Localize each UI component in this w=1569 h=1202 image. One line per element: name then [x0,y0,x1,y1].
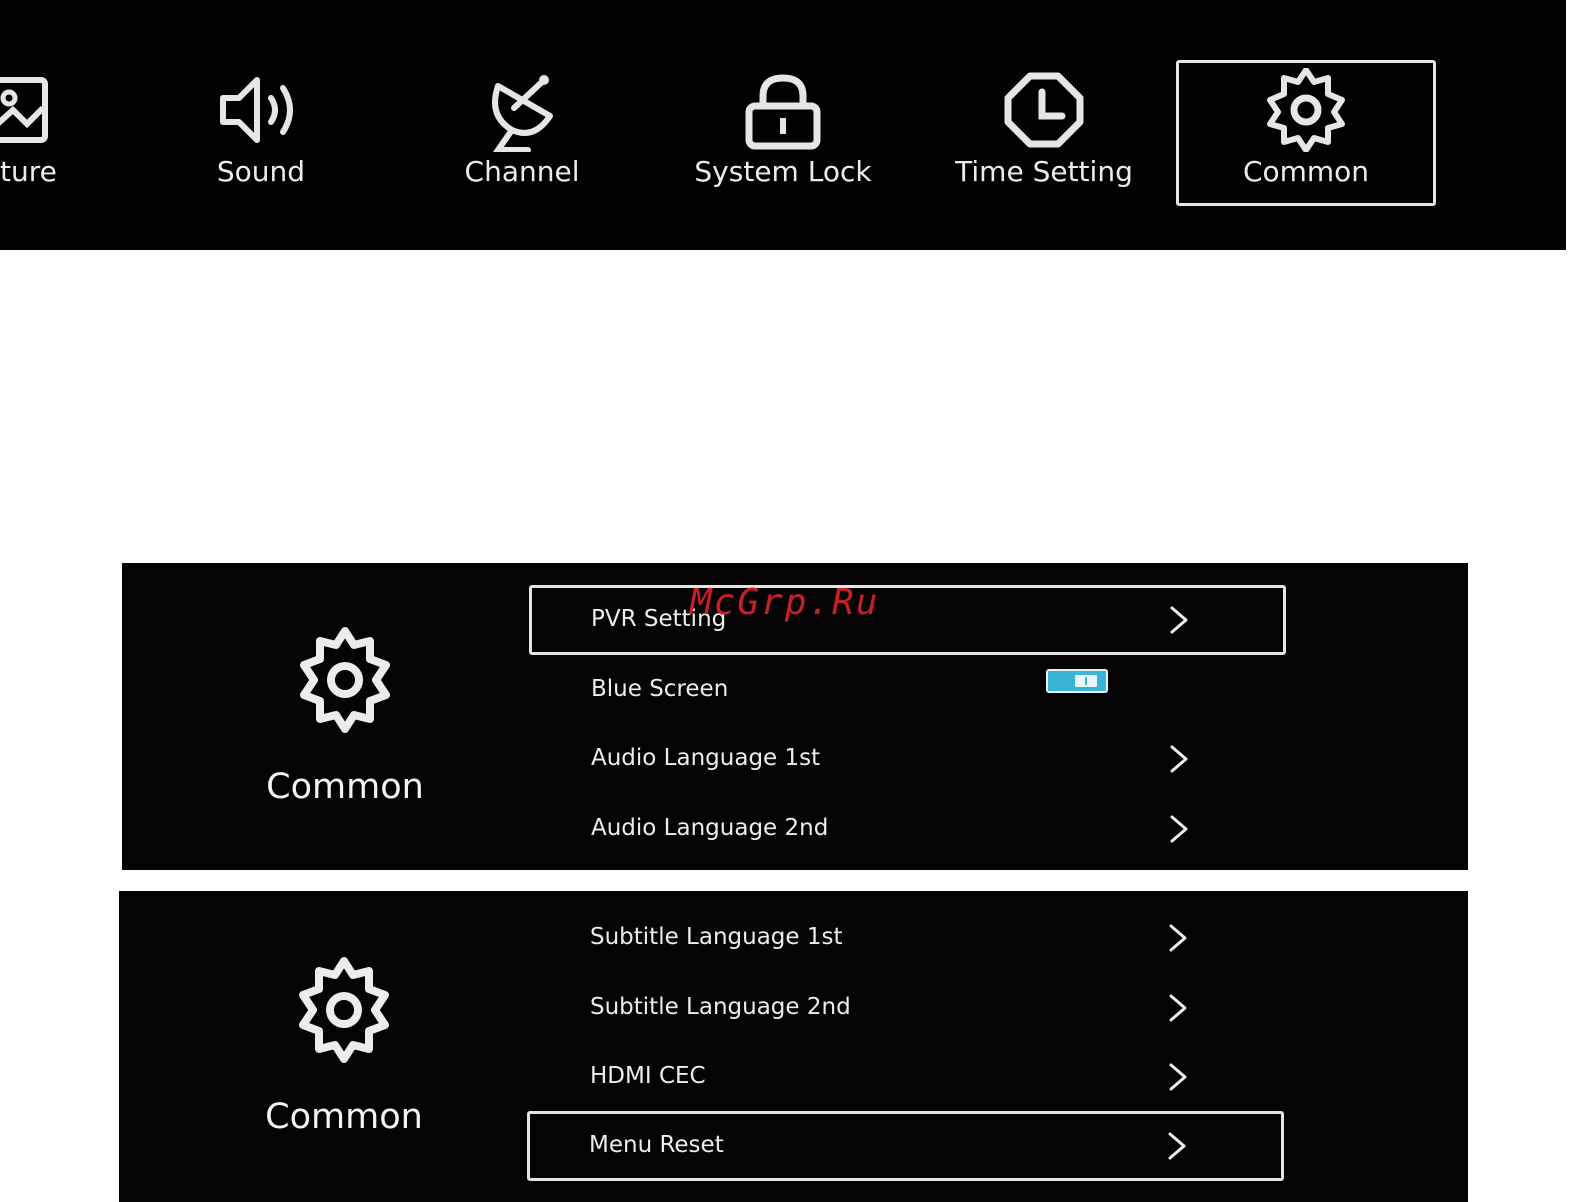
clock-icon [996,68,1092,152]
gear-icon [289,955,399,1065]
tab-system-lock[interactable]: System Lock [653,60,913,206]
picture-icon [0,68,93,152]
tab-channel[interactable]: Channel [392,60,652,206]
satellite-dish-icon [474,68,570,152]
menu-item-subtitle-language-2nd[interactable]: Subtitle Language 2nd [528,973,1285,1043]
menu-item-label: Subtitle Language 1st [590,924,843,950]
chevron-right-icon [1165,1131,1189,1161]
tab-sound[interactable]: Sound [131,60,391,206]
menu-item-audio-language-2nd[interactable]: Audio Language 2nd [529,794,1286,864]
tab-time-setting-label: Time Setting [955,155,1133,188]
speaker-icon [213,68,309,152]
tab-common[interactable]: Common [1176,60,1436,206]
panel-title: Common [266,767,424,807]
tab-channel-label: Channel [464,155,580,188]
tab-time-setting[interactable]: Time Setting [914,60,1174,206]
watermark-text: McGrp.Ru [690,582,880,623]
menu-item-menu-reset[interactable]: Menu Reset [527,1111,1284,1181]
chevron-right-icon [1167,814,1191,844]
menu-item-label: Menu Reset [589,1132,724,1158]
menu-item-label: Audio Language 1st [591,745,821,771]
common-menu-panel-page-2: Common Subtitle Language 1st Subtitle La… [119,891,1468,1202]
tab-common-label: Common [1242,155,1370,188]
chevron-right-icon [1167,605,1191,635]
chevron-right-icon [1166,923,1190,953]
menu-item-subtitle-language-1st[interactable]: Subtitle Language 1st [528,903,1285,973]
gear-icon [1258,68,1354,152]
toggle-knob [1075,675,1097,687]
blue-screen-toggle[interactable] [1046,669,1108,693]
padlock-icon [735,68,831,152]
menu-item-blue-screen[interactable]: Blue Screen [529,655,1286,725]
menu-item-hdmi-cec[interactable]: HDMI CEC [528,1042,1285,1112]
panel-title: Common [265,1097,423,1137]
gear-icon [290,625,400,735]
menu-item-label: Audio Language 2nd [591,815,829,841]
menu-item-audio-language-1st[interactable]: Audio Language 1st [529,724,1286,794]
menu-item-label: Blue Screen [591,676,729,702]
menu-item-label: Subtitle Language 2nd [590,994,851,1020]
chevron-right-icon [1166,993,1190,1023]
tab-picture[interactable]: ture [0,60,130,206]
tab-system-lock-label: System Lock [694,155,872,188]
menu-item-pvr-setting[interactable]: PVR Setting [529,585,1286,655]
tab-picture-label: ture [0,155,57,188]
chevron-right-icon [1167,744,1191,774]
menu-item-label: HDMI CEC [590,1063,706,1089]
chevron-right-icon [1166,1062,1190,1092]
tab-sound-label: Sound [216,155,306,188]
main-menu-bar: ture Sound Channel System Lock Time Sett… [0,0,1566,250]
